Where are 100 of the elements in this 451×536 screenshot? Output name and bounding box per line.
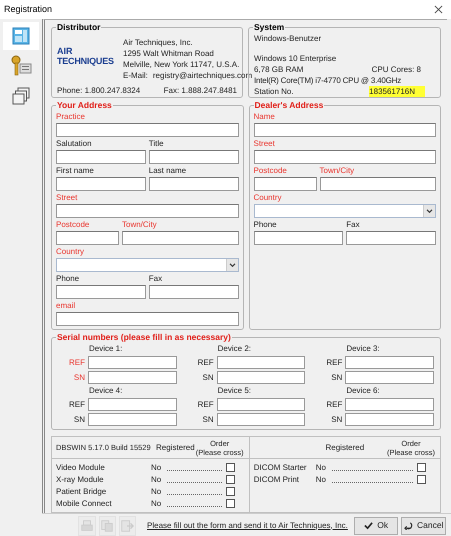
field-label: Fax xyxy=(346,220,361,230)
field-label: SN xyxy=(72,414,85,424)
input-field[interactable] xyxy=(345,356,434,369)
module-name: Patient Bridge xyxy=(56,486,108,496)
input-field[interactable] xyxy=(122,231,238,245)
group-title: System xyxy=(253,22,286,32)
field-label: Country xyxy=(254,193,283,203)
column-header: Registered xyxy=(156,442,195,452)
input-field[interactable] xyxy=(56,150,146,164)
note-link[interactable]: Please fill out the form and send it to Air Techniques, Inc. xyxy=(147,520,348,532)
cpu-text: Intel(R) Core(TM) i7-4770 CPU @ 3.40GHz xyxy=(254,75,402,86)
field-label: Postcode xyxy=(254,166,288,176)
os-text: Windows 10 Enterprise xyxy=(254,53,338,64)
checkbox[interactable] xyxy=(226,475,235,484)
input-field[interactable] xyxy=(88,398,177,411)
field-label: Fax xyxy=(148,274,164,284)
status-text: No xyxy=(151,498,162,508)
phone-text: Phone: 1.800.247.8324 xyxy=(57,86,140,96)
checkbox[interactable] xyxy=(226,463,235,472)
email-text: registry@airtechniques.com xyxy=(152,70,252,81)
field-label: REF xyxy=(68,358,85,368)
checkbox[interactable] xyxy=(226,487,235,496)
input-field[interactable] xyxy=(88,413,177,426)
module-name: DICOM Print xyxy=(254,474,300,484)
input-field[interactable] xyxy=(88,371,177,384)
input-field[interactable] xyxy=(254,123,436,137)
field-label: Phone xyxy=(56,274,80,284)
cancel-button[interactable]: Cancel xyxy=(401,516,446,534)
field-label: Country xyxy=(56,247,86,257)
checkbox[interactable] xyxy=(417,475,426,484)
input-field[interactable] xyxy=(216,356,306,369)
input-field[interactable] xyxy=(216,398,306,411)
input-field[interactable] xyxy=(345,371,434,384)
sidebar-item[interactable] xyxy=(3,22,39,50)
field-label: Phone xyxy=(254,220,278,230)
input-field[interactable] xyxy=(345,398,434,411)
email-label: E-Mail: xyxy=(123,70,148,81)
device-label: Device 2: xyxy=(216,344,252,354)
printer-icon xyxy=(80,518,94,532)
input-field[interactable] xyxy=(345,413,434,426)
field-label: Postcode xyxy=(56,220,90,230)
input-field[interactable] xyxy=(56,177,146,191)
field-label: First name xyxy=(56,166,95,176)
input-field[interactable] xyxy=(56,312,238,326)
field-label: SN xyxy=(202,372,214,382)
address-line: 1295 Walt Whitman Road xyxy=(123,48,215,59)
device-label: Device 3: xyxy=(345,344,381,354)
field-label: Town/City xyxy=(122,220,158,230)
chevron-down-icon xyxy=(228,262,236,268)
station-number: 183561716N xyxy=(369,86,425,97)
undo-icon xyxy=(404,521,413,530)
device-label: Device 4: xyxy=(88,386,124,396)
checkbox[interactable] xyxy=(417,463,426,472)
input-field[interactable] xyxy=(148,285,238,299)
input-field[interactable] xyxy=(56,285,146,299)
group-title: Your Address xyxy=(56,100,113,110)
close-icon[interactable] xyxy=(434,5,443,14)
input-field[interactable] xyxy=(148,177,238,191)
module-name: X-ray Module xyxy=(56,474,105,484)
input-field[interactable] xyxy=(88,356,177,369)
status-text: No xyxy=(151,474,162,484)
status-text: No xyxy=(316,462,327,472)
export-icon xyxy=(120,518,134,532)
field-label: SN xyxy=(330,414,342,424)
status-text: No xyxy=(316,474,327,484)
checkbox[interactable] xyxy=(226,499,235,508)
group-title: Dealer's Address xyxy=(254,100,324,110)
field-label: Town/City xyxy=(320,166,356,176)
window-title: Registration xyxy=(4,2,52,16)
input-field[interactable] xyxy=(254,177,316,191)
field-label: REF xyxy=(196,358,214,368)
input-field[interactable] xyxy=(254,231,344,245)
device-label: Device 1: xyxy=(88,344,124,354)
logo-text: AIR xyxy=(57,46,72,56)
ram-text: 6,78 GB RAM xyxy=(254,64,304,75)
ok-button[interactable]: Ok xyxy=(354,516,398,534)
module-name: Video Module xyxy=(56,462,106,472)
input-field[interactable] xyxy=(56,204,238,218)
input-field[interactable] xyxy=(216,413,306,426)
key-icon xyxy=(10,55,32,77)
input-field[interactable] xyxy=(216,371,306,384)
input-field[interactable] xyxy=(254,150,436,164)
input-field[interactable] xyxy=(346,231,436,245)
chevron-down-icon xyxy=(426,208,433,214)
logo-text: TECHNIQUES xyxy=(57,56,114,66)
input-field[interactable] xyxy=(320,177,436,191)
station-label: Station No. xyxy=(254,86,294,97)
status-text: No xyxy=(151,486,162,496)
field-label: Name xyxy=(254,112,276,122)
cpu-cores-text: CPU Cores: 8 xyxy=(372,64,421,75)
input-field[interactable] xyxy=(148,150,238,164)
device-label: Device 6: xyxy=(345,386,381,396)
field-label: SN xyxy=(202,414,214,424)
field-label: Title xyxy=(148,139,165,149)
form-icon xyxy=(11,26,31,46)
input-field[interactable] xyxy=(56,123,238,137)
field-label: SN xyxy=(330,372,342,382)
field-label: Street xyxy=(56,193,78,203)
user-text: Windows-Benutzer xyxy=(254,33,322,44)
input-field[interactable] xyxy=(56,231,119,245)
